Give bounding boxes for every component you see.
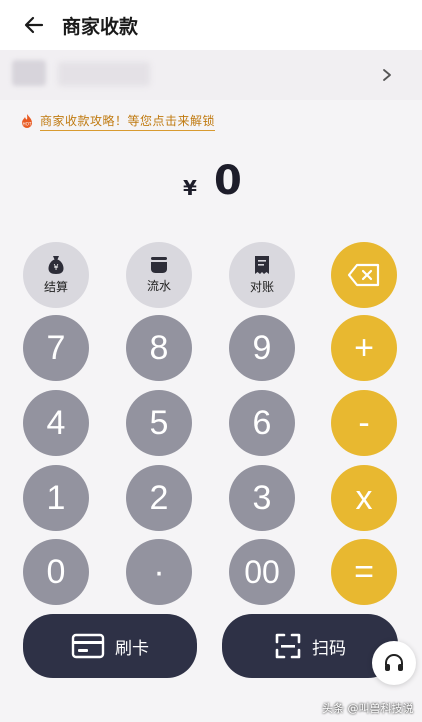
page-title: 商家收款 <box>62 16 139 38</box>
receipt-icon <box>255 256 269 274</box>
key-3[interactable]: 3 <box>229 465 295 531</box>
key-5[interactable]: 5 <box>126 390 192 456</box>
reconcile-label: 对账 <box>249 280 274 294</box>
transactions-button[interactable]: 流水 <box>126 242 192 308</box>
key-8[interactable]: 8 <box>126 315 192 381</box>
key-plus[interactable]: + <box>331 315 397 381</box>
key-equals[interactable]: = <box>331 539 397 605</box>
card-icon <box>71 633 105 659</box>
reconcile-button[interactable]: 对账 <box>229 242 295 308</box>
back-arrow-icon[interactable] <box>22 13 46 37</box>
swipe-card-button[interactable]: 刷卡 <box>23 614 197 678</box>
headset-icon <box>385 654 403 671</box>
key-7[interactable]: 7 <box>23 315 89 381</box>
key-double-zero[interactable]: 00 <box>229 539 295 605</box>
hot-flame-icon: HOT <box>22 113 32 128</box>
key-dot[interactable]: · <box>126 539 192 605</box>
pot-icon <box>151 257 167 273</box>
currency-symbol: ¥ <box>183 176 197 200</box>
promo-link[interactable]: HOT 商家收款攻略！等您点击来解锁 <box>18 112 216 131</box>
key-4[interactable]: 4 <box>23 390 89 456</box>
scan-code-button[interactable]: 扫码 <box>222 614 398 678</box>
promo-text[interactable]: 商家收款攻略！等您点击来解锁 <box>40 112 216 131</box>
watermark: 头条 @叫兽科技说 <box>322 702 414 715</box>
top-bar: 商家收款 <box>0 0 422 50</box>
backspace-icon <box>347 263 380 287</box>
key-0[interactable]: 0 <box>23 539 89 605</box>
swipe-card-label: 刷卡 <box>115 638 149 659</box>
key-multiply[interactable]: x <box>331 465 397 531</box>
scan-code-label: 扫码 <box>312 638 346 659</box>
key-6[interactable]: 6 <box>229 390 295 456</box>
key-1[interactable]: 1 <box>23 465 89 531</box>
settlement-button[interactable]: ¥ 结算 <box>23 242 89 308</box>
svg-text:¥: ¥ <box>53 263 58 272</box>
svg-text:HOT: HOT <box>22 121 31 126</box>
backspace-button[interactable] <box>331 242 397 308</box>
key-minus[interactable]: - <box>331 390 397 456</box>
customer-service-button[interactable] <box>372 641 416 685</box>
settlement-label: 结算 <box>43 280 68 294</box>
merchant-name <box>58 62 150 86</box>
merchant-avatar <box>12 60 46 86</box>
transactions-label: 流水 <box>146 279 171 293</box>
key-9[interactable]: 9 <box>229 315 295 381</box>
money-bag-icon: ¥ <box>48 256 64 274</box>
chevron-right-icon[interactable] <box>380 67 394 83</box>
amount-value: 0 <box>214 158 242 204</box>
key-2[interactable]: 2 <box>126 465 192 531</box>
scan-icon <box>275 633 301 659</box>
